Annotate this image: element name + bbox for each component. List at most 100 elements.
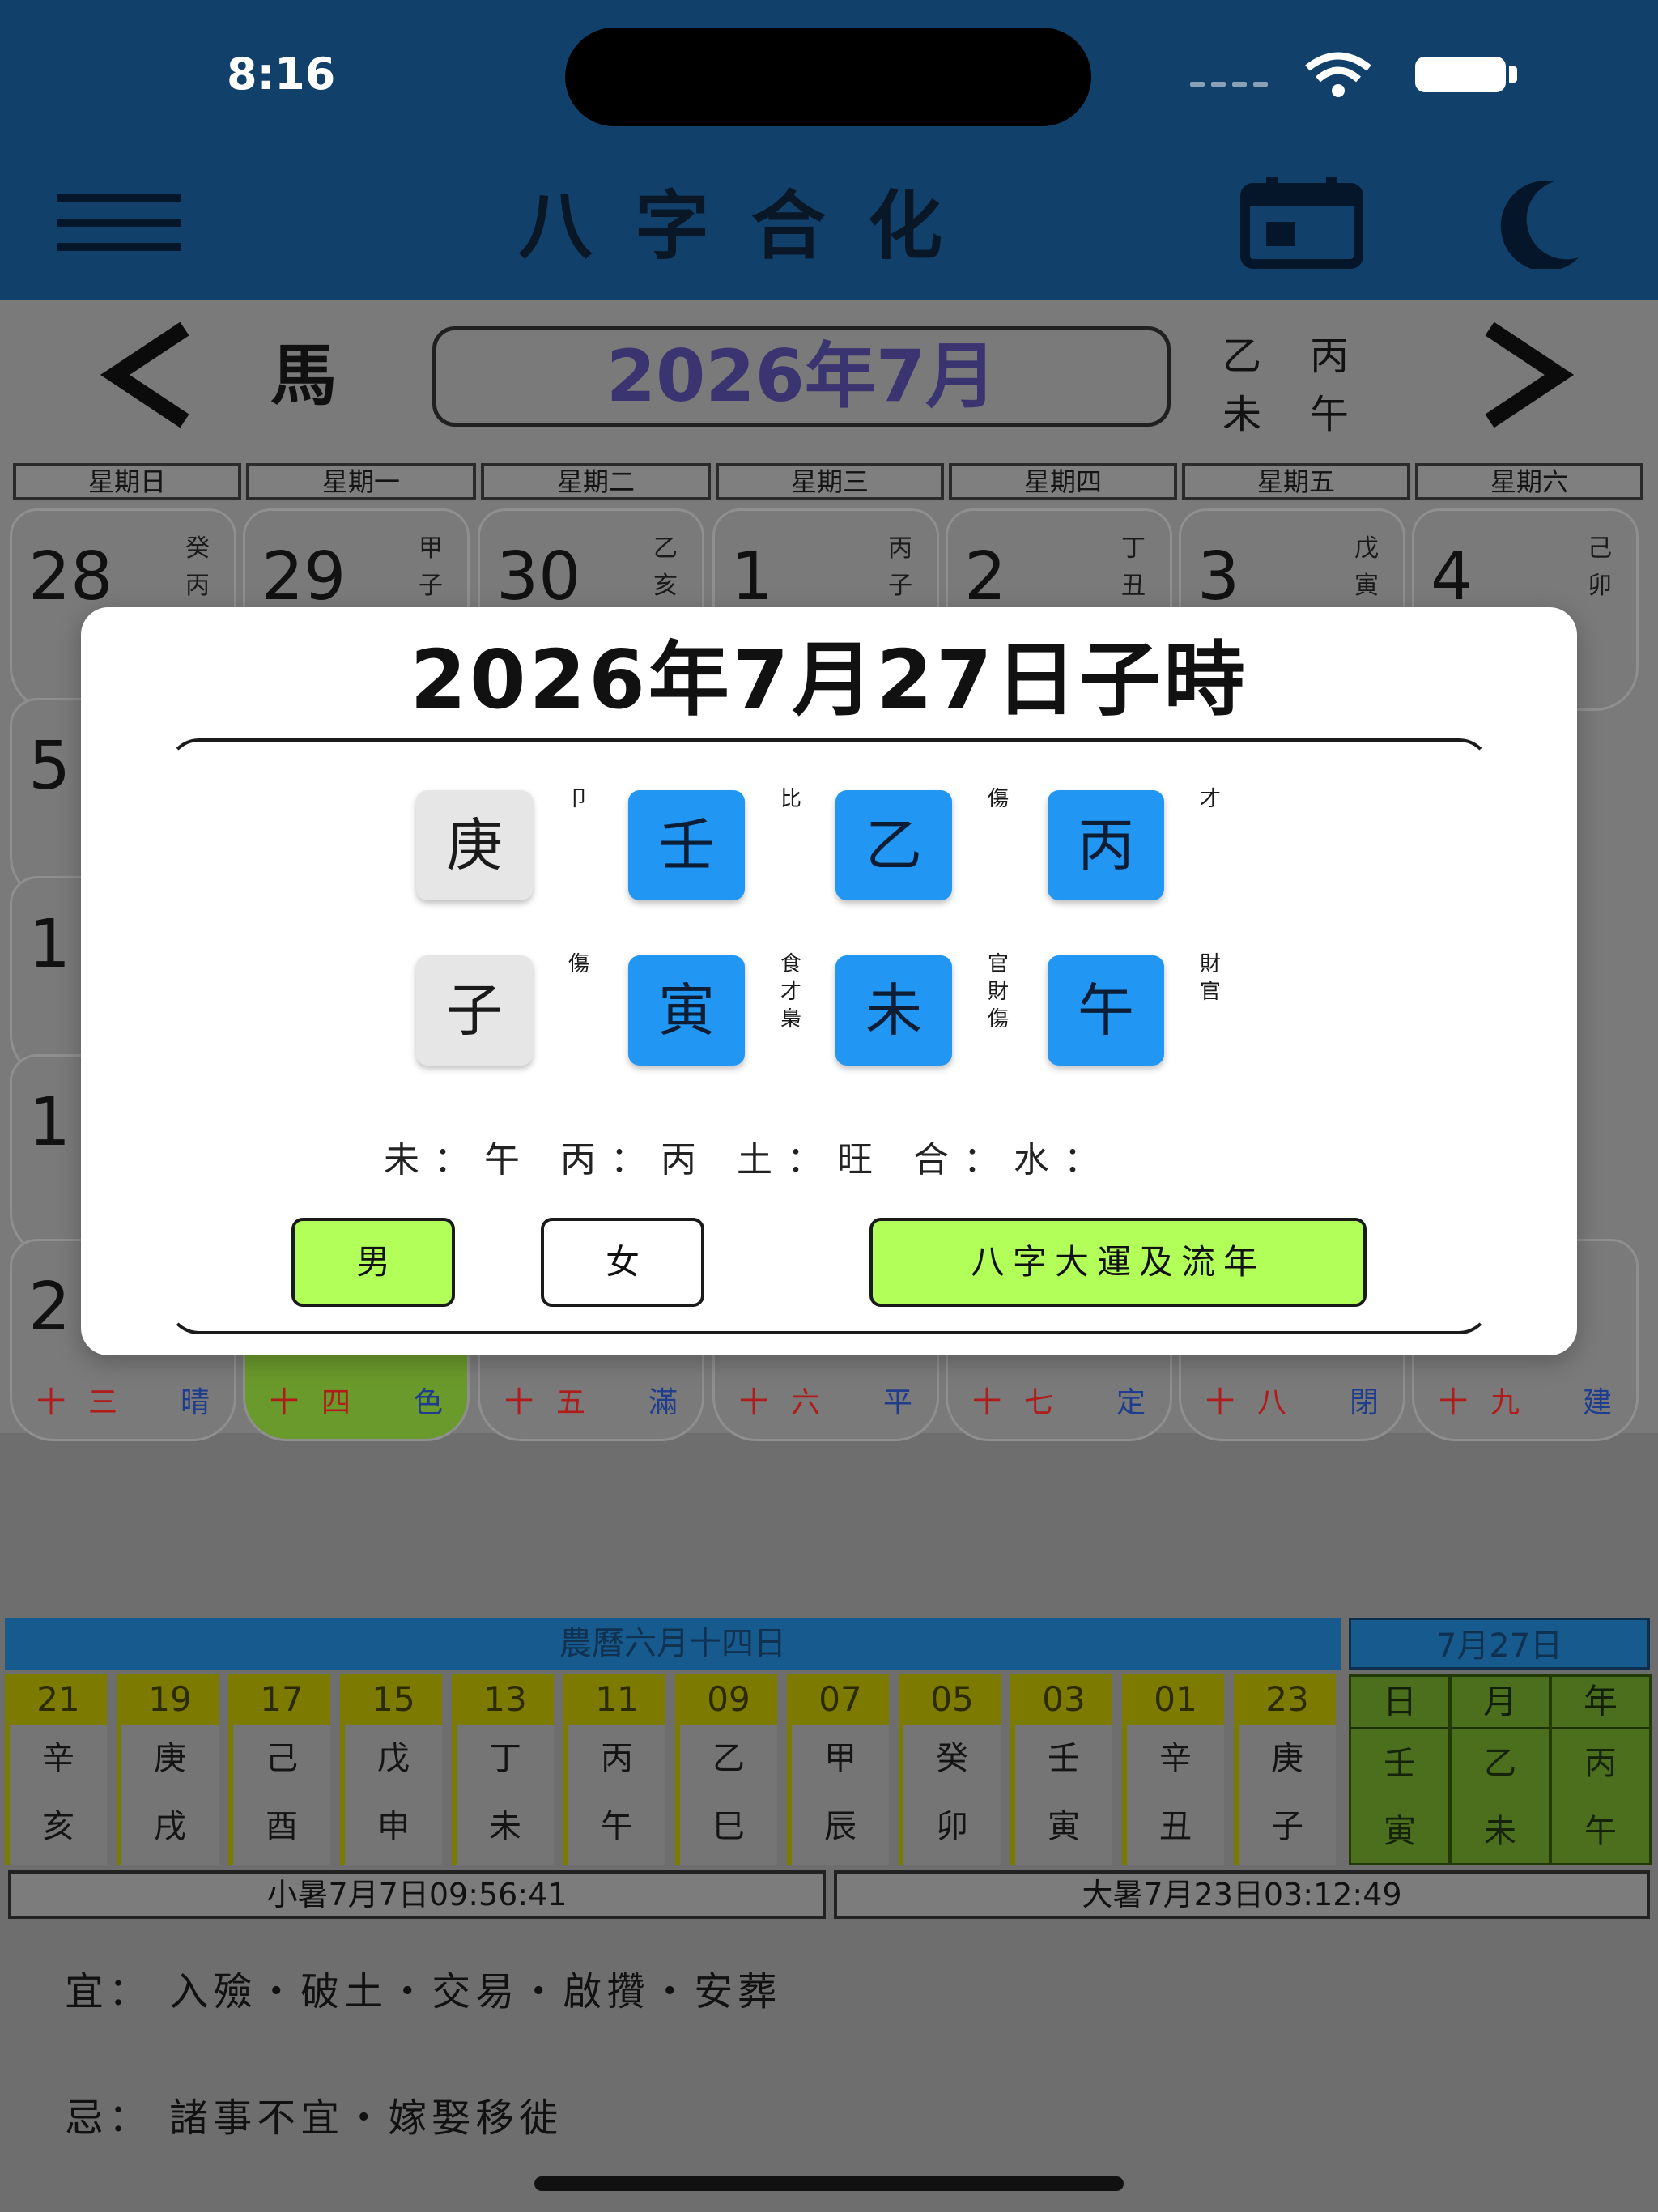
day-ganzhi: 丁丑 — [1121, 534, 1146, 600]
hour-branch: 丑 — [1159, 1808, 1192, 1845]
hour-stem: 壬 — [1048, 1740, 1080, 1777]
hour-branch-tile: 子 — [416, 955, 533, 1066]
day-ganzhi: 甲子 — [419, 534, 443, 600]
hour-branch: 酉 — [266, 1808, 298, 1845]
battery-cap — [1509, 66, 1517, 83]
chevron-left-icon[interactable] — [96, 322, 201, 428]
solar-term-previous: 小暑7月7日09:56:41 — [8, 1870, 826, 1919]
day-number: 30 — [496, 538, 581, 615]
day-term: 建 — [1582, 1386, 1612, 1419]
day-ganzhi: 戊寅 — [1354, 534, 1379, 600]
branch-note: 食才梟 — [780, 952, 801, 1032]
hour-column[interactable]: 13 丁未 — [452, 1674, 554, 1865]
day-ganzhi: 乙亥 — [653, 534, 678, 600]
luck-cycle-button[interactable]: 八字大運及流年 — [869, 1218, 1367, 1307]
hour-label: 15 — [345, 1674, 442, 1725]
weekday-header: 星期三 — [716, 463, 944, 500]
year-stem-tile: 丙 — [1048, 790, 1164, 900]
hour-branch: 子 — [1271, 1808, 1303, 1845]
hour-column[interactable]: 03 壬寅 — [1010, 1674, 1112, 1865]
hour-column[interactable]: 15 戊申 — [340, 1674, 442, 1865]
pillar-branch: 午 — [1584, 1813, 1617, 1850]
pillar-branch: 未 — [1484, 1813, 1516, 1850]
dynamic-island — [565, 28, 1091, 126]
month-pillar: 月乙未 — [1449, 1674, 1551, 1865]
hour-stem: 己 — [266, 1740, 298, 1777]
hour-column[interactable]: 09 乙巳 — [675, 1674, 777, 1865]
hour-label: 07 — [792, 1674, 889, 1725]
day-number: 2 — [964, 538, 1007, 615]
pillar-label: 月 — [1452, 1677, 1549, 1729]
branch-note: 官財傷 — [987, 952, 1009, 1032]
hour-stem: 丁 — [489, 1740, 521, 1777]
menu-icon[interactable] — [57, 194, 181, 259]
pillar-stem: 丙 — [1584, 1745, 1617, 1782]
day-stem-tile: 壬 — [628, 790, 745, 900]
hour-column[interactable]: 21 辛亥 — [5, 1674, 107, 1865]
hour-label: 11 — [568, 1674, 665, 1725]
hour-stem: 庚 — [154, 1740, 186, 1777]
stem-note: 才 — [1199, 787, 1221, 811]
day-term: 定 — [1116, 1386, 1146, 1419]
month-stem-tile: 乙 — [835, 790, 952, 900]
hour-label: 23 — [1239, 1674, 1336, 1725]
day-lunar: 十六 — [739, 1386, 844, 1419]
signal-icon — [1190, 74, 1279, 87]
hour-stem: 乙 — [712, 1740, 745, 1777]
day-lunar: 十八 — [1205, 1386, 1310, 1419]
lunar-date-header: 農曆六月十四日 — [5, 1618, 1341, 1670]
almanac-yi: 宜： 入殮・破土・交易・啟攢・安葬 — [65, 1969, 782, 2014]
hour-branch: 辰 — [824, 1808, 857, 1845]
day-lunar: 十五 — [504, 1386, 609, 1419]
hour-stem-tile: 庚 — [416, 790, 533, 900]
stem-note: 卩 — [568, 787, 589, 811]
hour-branch: 卯 — [936, 1808, 968, 1845]
calendar-icon[interactable] — [1239, 177, 1365, 269]
pillar-stem: 壬 — [1384, 1745, 1416, 1782]
day-lunar: 十三 — [36, 1386, 141, 1419]
hour-stem: 癸 — [936, 1740, 968, 1777]
day-term: 色 — [413, 1386, 443, 1419]
hour-branch: 巳 — [712, 1808, 745, 1845]
male-button[interactable]: 男 — [291, 1218, 455, 1307]
weekday-header: 星期二 — [481, 463, 711, 500]
day-pillar: 日壬寅 — [1349, 1674, 1451, 1865]
stem-note: 傷 — [987, 787, 1009, 811]
year-pillar: 年丙午 — [1550, 1674, 1652, 1865]
hour-column[interactable]: 23 庚子 — [1234, 1674, 1336, 1865]
home-indicator[interactable] — [534, 2176, 1124, 2191]
day-term: 閉 — [1349, 1386, 1379, 1419]
hour-label: 05 — [903, 1674, 1001, 1725]
hour-column[interactable]: 17 己酉 — [228, 1674, 330, 1865]
day-term: 晴 — [180, 1386, 210, 1419]
chevron-right-icon[interactable] — [1473, 322, 1579, 428]
day-number: 28 — [28, 538, 113, 615]
month-ganzhi-branches: 未午 — [1222, 392, 1398, 437]
hour-column[interactable]: 07 甲辰 — [787, 1674, 889, 1865]
day-term: 平 — [882, 1386, 912, 1419]
hour-column[interactable]: 11 丙午 — [563, 1674, 665, 1865]
hour-label: 09 — [680, 1674, 777, 1725]
hour-column[interactable]: 05 癸卯 — [899, 1674, 1001, 1865]
female-button[interactable]: 女 — [541, 1218, 704, 1307]
day-number: 4 — [1431, 538, 1473, 615]
app-title: 八字合化 — [518, 183, 985, 270]
day-ganzhi: 丙子 — [888, 534, 912, 600]
day-term: 滿 — [648, 1386, 678, 1419]
weekday-header: 星期一 — [246, 463, 476, 500]
hour-label: 03 — [1015, 1674, 1112, 1725]
hour-label: 17 — [233, 1674, 330, 1725]
hour-branch: 亥 — [42, 1808, 74, 1845]
month-label[interactable]: 2026年7月 — [432, 326, 1171, 427]
solar-term-next: 大暑7月23日03:12:49 — [834, 1870, 1650, 1919]
hour-branch: 未 — [489, 1808, 521, 1845]
hour-column[interactable]: 01 辛丑 — [1122, 1674, 1224, 1865]
hour-branch: 申 — [377, 1808, 410, 1845]
moon-icon[interactable] — [1482, 177, 1587, 269]
hour-stem: 庚 — [1271, 1740, 1303, 1777]
pillar-branch: 寅 — [1384, 1813, 1416, 1850]
day-ganzhi: 己卯 — [1588, 534, 1612, 600]
zodiac-label: 馬 — [270, 338, 338, 415]
weekday-header: 星期日 — [13, 463, 241, 500]
hour-column[interactable]: 19 庚戌 — [117, 1674, 219, 1865]
